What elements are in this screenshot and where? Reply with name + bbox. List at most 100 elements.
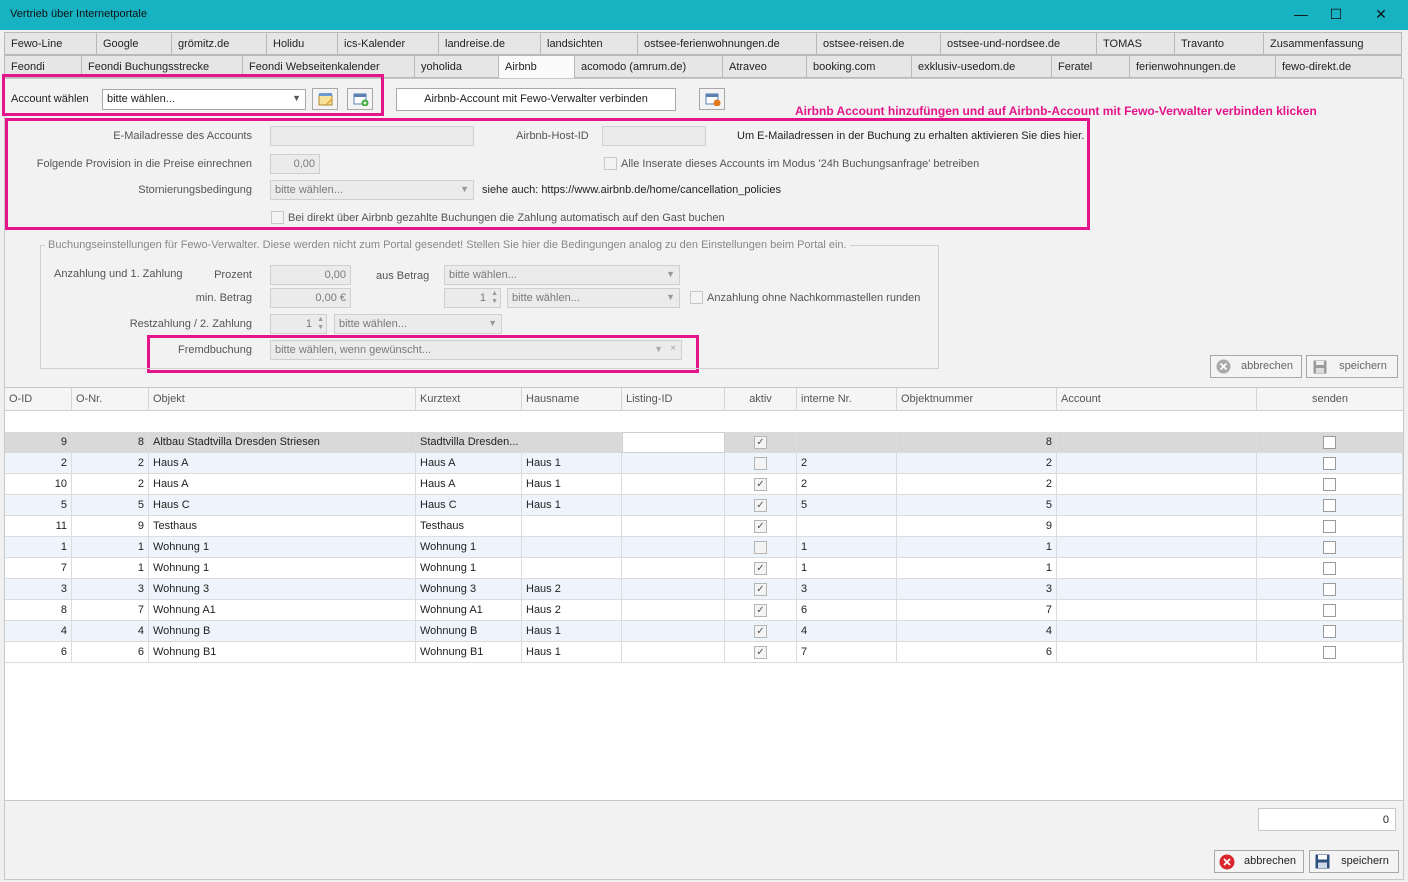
senden-checkbox[interactable] — [1323, 478, 1336, 491]
tab-landreise[interactable]: landreise.de — [438, 32, 541, 55]
cell-listing[interactable] — [622, 495, 725, 516]
cell-listing[interactable] — [622, 621, 725, 642]
aktiv-checkbox[interactable]: ✓ — [754, 604, 767, 617]
table-row[interactable]: 4 4 Wohnung B Wohnung B Haus 1 ✓ 4 4 — [5, 621, 1403, 642]
min-period-select[interactable]: bitte wählen... ▼ — [507, 288, 680, 308]
tab-tomas[interactable]: TOMAS — [1096, 32, 1175, 55]
aktiv-checkbox[interactable] — [754, 541, 767, 554]
email-field[interactable] — [270, 126, 474, 146]
min-betrag-field[interactable]: 0,00 € — [270, 288, 351, 308]
cell-listing[interactable] — [622, 600, 725, 621]
senden-checkbox[interactable] — [1323, 541, 1336, 554]
table-row[interactable]: 1 1 Wohnung 1 Wohnung 111 — [5, 537, 1403, 558]
aktiv-checkbox[interactable]: ✓ — [754, 520, 767, 533]
table-row[interactable]: 5 5 Haus C Haus C Haus 1 ✓ 5 5 — [5, 495, 1403, 516]
senden-checkbox[interactable] — [1323, 457, 1336, 470]
spinner-arrows-icon[interactable]: ▲ ▼ — [491, 290, 498, 306]
cancel-settings-button[interactable]: abbrechen — [1210, 355, 1302, 378]
table-row[interactable]: 6 6 Wohnung B1 Wohnung B1 Haus 1 ✓ 7 6 — [5, 642, 1403, 663]
table-row[interactable]: 3 3 Wohnung 3 Wohnung 3 Haus 2 ✓ 3 3 — [5, 579, 1403, 600]
aktiv-checkbox[interactable]: ✓ — [754, 583, 767, 596]
cell-listing[interactable] — [622, 642, 725, 663]
aktiv-checkbox[interactable]: ✓ — [754, 646, 767, 659]
tab-feondi-webseitenkalender[interactable]: Feondi Webseitenkalender — [242, 55, 415, 78]
close-button[interactable]: ✕ — [1370, 4, 1392, 24]
tab-exklusiv-usedom[interactable]: exklusiv-usedom.de — [911, 55, 1052, 78]
tab-atraveo[interactable]: Atraveo — [722, 55, 807, 78]
table-row[interactable]: 2 2 Haus A Haus A Haus 122 — [5, 453, 1403, 474]
tab-ostsee-und-nordsee[interactable]: ostsee-und-nordsee.de — [940, 32, 1097, 55]
aktiv-checkbox[interactable]: ✓ — [754, 499, 767, 512]
tab-ostsee-ferienwohnungen[interactable]: ostsee-ferienwohnungen.de — [637, 32, 817, 55]
rest-period-select[interactable]: bitte wählen... ▼ — [334, 314, 502, 334]
aktiv-checkbox[interactable]: ✓ — [754, 436, 767, 449]
aus-betrag-select[interactable]: bitte wählen... ▼ — [444, 265, 680, 285]
col-objektnummer[interactable]: Objektnummer — [897, 388, 1057, 411]
cell-listing[interactable] — [622, 453, 725, 474]
connect-airbnb-button[interactable]: Airbnb-Account mit Fewo-Verwalter verbin… — [396, 88, 676, 111]
tab-yoholida[interactable]: yoholida — [414, 55, 499, 78]
table-row[interactable]: 9 8 Altbau Stadtvilla Dresden Striesen Stad… — [5, 432, 1403, 453]
cell-listing[interactable] — [622, 537, 725, 558]
senden-checkbox[interactable] — [1323, 625, 1336, 638]
cell-listing[interactable] — [622, 558, 725, 579]
tab-zusammenfassung[interactable]: Zusammenfassung — [1263, 32, 1402, 55]
table-row[interactable]: 10 2 Haus A Haus A Haus 1 ✓ 2 2 — [5, 474, 1403, 495]
host-id-field[interactable] — [602, 126, 706, 146]
col-hausname[interactable]: Hausname — [522, 388, 622, 411]
tab-travanto[interactable]: Travanto — [1174, 32, 1264, 55]
cell-listing[interactable] — [622, 432, 725, 453]
aktiv-checkbox[interactable]: ✓ — [754, 562, 767, 575]
col-listing-id[interactable]: Listing-ID — [622, 388, 725, 411]
tab-holidu[interactable]: Holidu — [266, 32, 338, 55]
cell-listing[interactable] — [622, 516, 725, 537]
spinner-arrows-icon[interactable]: ▲ ▼ — [317, 316, 324, 332]
minimize-button[interactable]: — — [1290, 4, 1312, 24]
col-senden[interactable]: senden — [1257, 388, 1403, 411]
table-row[interactable]: 11 9 Testhaus Testhaus ✓ 9 — [5, 516, 1403, 537]
edit-account-button[interactable] — [312, 88, 338, 110]
payment-checkbox[interactable] — [271, 211, 284, 224]
senden-checkbox[interactable] — [1323, 562, 1336, 575]
col-aktiv[interactable]: aktiv — [725, 388, 797, 411]
tab-landsichten[interactable]: landsichten — [540, 32, 638, 55]
senden-checkbox[interactable] — [1323, 583, 1336, 596]
tab-groemitz[interactable]: grömitz.de — [171, 32, 267, 55]
senden-checkbox[interactable] — [1323, 604, 1336, 617]
col-kurztext[interactable]: Kurztext — [416, 388, 522, 411]
aktiv-checkbox[interactable] — [754, 457, 767, 470]
col-interne-nr[interactable]: interne Nr. — [797, 388, 897, 411]
save-settings-button[interactable]: speichern — [1306, 355, 1398, 378]
tab-fewo-direkt[interactable]: fewo-direkt.de — [1275, 55, 1402, 78]
fremd-select[interactable]: bitte wählen, wenn gewünscht... ▼ × — [270, 340, 682, 360]
tab-fewo-line[interactable]: Fewo-Line — [4, 32, 97, 55]
col-oid[interactable]: O-ID — [5, 388, 72, 411]
tab-feondi[interactable]: Feondi — [4, 55, 82, 78]
save-button[interactable]: speichern — [1309, 850, 1399, 873]
table-filter-row[interactable] — [5, 412, 1403, 432]
tab-feondi-buchungsstrecke[interactable]: Feondi Buchungsstrecke — [81, 55, 243, 78]
col-account[interactable]: Account — [1057, 388, 1257, 411]
tab-ferienwohnungen[interactable]: ferienwohnungen.de — [1129, 55, 1276, 78]
maximize-button[interactable]: ☐ — [1325, 4, 1347, 24]
tab-airbnb[interactable]: Airbnb — [498, 55, 575, 79]
prozent-field[interactable]: 0,00 — [270, 265, 351, 285]
tab-acomodo[interactable]: acomodo (amrum.de) — [574, 55, 723, 78]
inserate-checkbox[interactable] — [604, 157, 617, 170]
account-select[interactable]: bitte wählen... ▼ — [102, 89, 306, 110]
tab-booking[interactable]: booking.com — [806, 55, 912, 78]
account-info-button[interactable] — [699, 88, 725, 110]
cell-listing[interactable] — [622, 579, 725, 600]
aktiv-checkbox[interactable]: ✓ — [754, 625, 767, 638]
runden-checkbox[interactable] — [690, 291, 703, 304]
cell-listing[interactable] — [622, 474, 725, 495]
storno-select[interactable]: bitte wählen... ▼ — [270, 180, 474, 200]
senden-checkbox[interactable] — [1323, 499, 1336, 512]
provision-field[interactable]: 0,00 — [270, 154, 320, 174]
table-row[interactable]: 7 1 Wohnung 1 Wohnung 1 ✓ 1 1 — [5, 558, 1403, 579]
cancel-button[interactable]: abbrechen — [1214, 850, 1304, 873]
rest-spin-field[interactable]: 1 ▲ ▼ — [270, 314, 327, 334]
table-row[interactable]: 8 7 Wohnung A1 Wohnung A1 Haus 2 ✓ 6 7 — [5, 600, 1403, 621]
col-onr[interactable]: O-Nr. — [72, 388, 149, 411]
senden-checkbox[interactable] — [1323, 520, 1336, 533]
